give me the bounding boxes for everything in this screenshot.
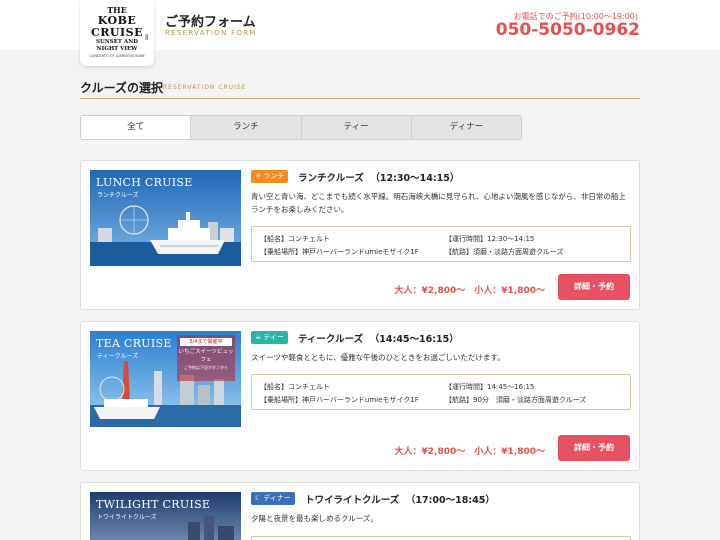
promo-body: いちごスイーツビュッフェ — [178, 349, 234, 363]
fork-knife-icon: 𝍪 — [145, 33, 148, 42]
twilight-description: 夕陽と夜景を最も楽しめるクルーズ。 — [251, 514, 378, 523]
moon-icon: ☾ — [255, 494, 262, 502]
tea-image-subtitle: ティークルーズ — [97, 353, 139, 360]
cup-icon: ☕ — [255, 333, 262, 341]
tea-info-box: 【船名】コンチェルト 【乗船場所】神戸ハーバーランドumieモザイク1F 【運行… — [251, 374, 631, 410]
tea-boarding: 【乗船場所】神戸ハーバーランドumieモザイク1F — [260, 396, 419, 404]
promo-period: 5/4まで開催中 — [180, 338, 232, 346]
logo-cruise: CRUISE — [91, 26, 143, 39]
section-divider — [80, 98, 640, 99]
tea-description: スイーツや軽食とともに、優雅な午後のひとときをお過ごしいただけます。 — [251, 353, 505, 362]
phone-number-link[interactable]: 050-5050-0962 — [496, 20, 640, 40]
lunch-badge: ☼ ランチ — [251, 170, 289, 183]
lunch-route: 【航路】須磨・淡路方面周遊クルーズ — [445, 248, 564, 256]
cruise-filter-tabs: 全て ランチ ティー ディナー — [80, 115, 522, 140]
tea-operating: 【運行時間】14:45〜16:15 — [445, 383, 535, 391]
kobe-cruise-logo[interactable]: THE KOBE CRUISE SUNSET AND NIGHT VIEW CO… — [80, 0, 154, 66]
lunch-name-text: ランチクルーズ — [298, 173, 364, 184]
cruise-card-lunch: LUNCH CRUISE ランチクルーズ ☼ ランチ ランチクルーズ （12:30… — [80, 160, 640, 310]
logo-sunset: SUNSET AND — [95, 39, 139, 45]
sun-icon: ☼ — [255, 172, 262, 180]
page-subtitle: RESERVATION FORM — [165, 29, 257, 37]
tea-price: 大人：¥2,800〜 小人：¥1,800〜 — [394, 447, 545, 457]
lunch-description: 青い空と青い海、どこまでも続く水平線。明石海峡大橋に見守られ、心地よい潮風を感じ… — [251, 192, 626, 214]
logo-night-view: NIGHT VIEW — [96, 46, 138, 52]
tab-dinner[interactable]: ディナー — [412, 116, 521, 139]
lunch-image-title: LUNCH CRUISE — [96, 176, 193, 189]
twilight-image-title: TWILIGHT CRUISE — [96, 498, 211, 511]
lunch-info-box: 【船名】コンチェルト 【乗船場所】神戸ハーバーランドumieモザイク1F 【運行… — [251, 226, 631, 262]
tea-badge: ☕ ティー — [251, 331, 288, 344]
tea-badge-label: ティー — [263, 333, 284, 341]
lunch-time: （12:30〜14:15） — [370, 173, 460, 184]
tea-route: 【航路】90分 須磨・淡路方面周遊クルーズ — [445, 396, 587, 404]
cruise-card-twilight: TWILIGHT CRUISE トワイライトクルーズ ☾ ディナー トワイライトク… — [80, 482, 640, 540]
twilight-info-box — [251, 536, 631, 540]
lunch-detail-button[interactable]: 詳細・予約 — [558, 274, 630, 300]
page-title: ご予約フォーム — [165, 15, 256, 30]
tea-name-text: ティークルーズ — [298, 334, 364, 345]
logo-tagline: CONCERTO OF LUMINOUS KOBE — [89, 54, 145, 58]
section-title: クルーズの選択 — [80, 81, 164, 95]
twilight-cruise-image[interactable]: TWILIGHT CRUISE トワイライトクルーズ — [90, 492, 241, 540]
lunch-badge-label: ランチ — [263, 172, 285, 180]
tab-tea[interactable]: ティー — [302, 116, 412, 139]
lunch-boarding: 【乗船場所】神戸ハーバーランドumieモザイク1F — [260, 248, 419, 256]
lunch-cruise-name: ランチクルーズ （12:30〜14:15） — [298, 170, 459, 184]
dinner-badge: ☾ ディナー — [251, 492, 295, 505]
twilight-time: （17:00〜18:45） — [405, 495, 495, 506]
section-subtitle: RESERVATION CRUISE — [163, 84, 247, 91]
tea-cruise-image[interactable]: TEA CRUISE ティークルーズ 5/4まで開催中 いちごスイーツビュッフェ… — [90, 331, 241, 427]
lunch-operating: 【運行時間】12:30〜14:15 — [445, 235, 535, 243]
lunch-ship: 【船名】コンチェルト — [260, 235, 330, 243]
tea-cruise-name: ティークルーズ （14:45〜16:15） — [298, 331, 459, 345]
lunch-price: 大人：¥2,800〜 小人：¥1,800〜 — [394, 286, 545, 296]
tea-time: （14:45〜16:15） — [369, 334, 459, 345]
tea-image-title: TEA CRUISE — [96, 337, 172, 350]
lunch-cruise-image[interactable]: LUNCH CRUISE ランチクルーズ — [90, 170, 241, 266]
tab-all[interactable]: 全て — [81, 116, 192, 139]
tab-lunch[interactable]: ランチ — [191, 116, 302, 139]
promo-note: ご予約は下記ボタンから — [184, 365, 228, 370]
tea-ship: 【船名】コンチェルト — [260, 383, 330, 391]
cruise-card-tea: TEA CRUISE ティークルーズ 5/4まで開催中 いちごスイーツビュッフェ… — [80, 321, 640, 471]
tea-detail-button[interactable]: 詳細・予約 — [558, 435, 630, 461]
twilight-cruise-name: トワイライトクルーズ （17:00〜18:45） — [305, 492, 495, 506]
lunch-image-subtitle: ランチクルーズ — [97, 192, 139, 199]
dinner-badge-label: ディナー — [263, 494, 291, 502]
strawberry-buffet-promo[interactable]: 5/4まで開催中 いちごスイーツビュッフェ ご予約は下記ボタンから — [177, 335, 235, 381]
twilight-name-text: トワイライトクルーズ — [305, 495, 400, 506]
twilight-image-subtitle: トワイライトクルーズ — [97, 514, 157, 521]
